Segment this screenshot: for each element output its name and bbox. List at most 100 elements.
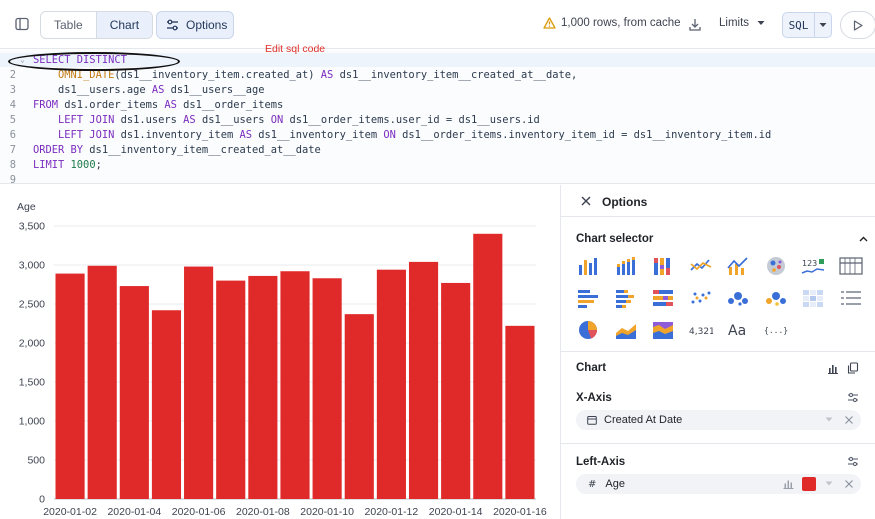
options-panel-header: Options: [561, 185, 875, 217]
code-token: FROM: [33, 99, 59, 111]
bubble-icon[interactable]: [724, 287, 752, 309]
y-tick-label: 2,500: [19, 299, 45, 311]
line-chart-icon[interactable]: [687, 255, 715, 277]
code-line[interactable]: 6 LEFT JOIN ds1.inventory_item AS ds1__i…: [0, 128, 875, 142]
code-line[interactable]: 7 ORDER BY ds1__inventory_item__created_a…: [0, 143, 875, 157]
code-token: ds1__users.age: [33, 84, 152, 96]
bar-chart-icon[interactable]: [574, 255, 602, 277]
limits-dropdown[interactable]: Limits: [719, 17, 765, 29]
code-token: ON: [270, 114, 284, 126]
stacked-bar-chart-icon[interactable]: [612, 255, 640, 277]
x-tick-label: 2020-01-08: [236, 506, 290, 518]
code-text: ORDER BY ds1__inventory_item__created_at…: [33, 143, 321, 157]
kpi-trend-icon[interactable]: 123: [799, 255, 827, 277]
horizontal-grid-bar-icon[interactable]: [649, 287, 677, 309]
horizontal-stacked-bar-icon[interactable]: [612, 287, 640, 309]
list-icon[interactable]: [837, 287, 865, 309]
limits-label: Limits: [719, 17, 750, 29]
stacked-area-icon[interactable]: [649, 319, 677, 341]
code-line[interactable]: 2 OMNI_DATE(ds1__inventory_item.created_…: [0, 68, 875, 82]
options-button[interactable]: Options: [156, 11, 234, 39]
tab-chart[interactable]: Chart: [95, 12, 153, 38]
colored-bubble-icon[interactable]: [762, 287, 790, 309]
code-token: ds1__users: [195, 114, 271, 126]
series-color-swatch[interactable]: [802, 477, 816, 491]
x-tick-label: 2020-01-10: [300, 506, 354, 518]
close-icon[interactable]: [581, 196, 591, 206]
code-line[interactable]: 8 LIMIT 1000;: [0, 158, 875, 172]
tab-table[interactable]: Table: [41, 12, 96, 38]
series-type-bar-icon[interactable]: [783, 479, 794, 489]
line-number: 8: [9, 159, 16, 171]
code-token: (ds1__inventory_item.created_at): [114, 69, 321, 81]
view-toggle: Table Chart: [40, 11, 154, 39]
code-token: AS: [239, 129, 252, 141]
code-line[interactable]: 3 ds1__users.age AS ds1__users__age: [0, 83, 875, 97]
left-axis-settings-icon[interactable]: [847, 456, 859, 467]
text-icon[interactable]: Aa: [724, 319, 752, 341]
x-axis-caret-icon[interactable]: [825, 417, 833, 422]
x-tick-label: 2020-01-12: [365, 506, 419, 518]
left-axis-field[interactable]: # Age: [576, 474, 861, 494]
bar: 2020-01-09: 2920: [280, 271, 310, 499]
number-icon[interactable]: 4,321: [687, 319, 715, 341]
map-icon[interactable]: [762, 255, 790, 277]
pie-chart-icon[interactable]: [574, 319, 602, 341]
sql-mode-caret-icon[interactable]: [815, 13, 831, 37]
table-chart-icon[interactable]: [837, 255, 865, 277]
grid-bar-chart-icon[interactable]: [649, 255, 677, 277]
x-axis-field[interactable]: Created At Date: [576, 410, 861, 430]
bar: 2020-01-07: 2800: [216, 280, 246, 499]
map-icon-graphic: [766, 257, 785, 275]
line-chart-icon-graphic: [689, 259, 711, 271]
bar-line-combo-icon[interactable]: [724, 255, 752, 277]
cache-status: 1,000 rows, from cache: [543, 17, 681, 29]
x-axis-field-label: Created At Date: [604, 414, 683, 426]
bar-line-combo-icon-graphic: [727, 257, 748, 275]
sidebar-toggle-icon[interactable]: [14, 16, 30, 32]
scatter-icon[interactable]: [687, 287, 715, 309]
run-query-button[interactable]: [840, 11, 875, 39]
x-axis-title: X-Axis: [576, 392, 612, 404]
number-icon-graphic: 4,321: [689, 327, 713, 337]
x-tick-label: 2020-01-06: [172, 506, 226, 518]
bar-chart-small-icon[interactable]: [827, 363, 839, 374]
code-token: ds1.order_items: [58, 99, 165, 111]
number-glyph: 4,321: [689, 327, 713, 337]
code-token: 1000: [70, 159, 96, 171]
bar: 2020-01-15: 3400: [473, 233, 503, 500]
x-tick-label: 2020-01-04: [107, 506, 161, 518]
code-glyph: {...}: [764, 326, 788, 335]
bar: 2020-01-08: 2860: [248, 275, 278, 499]
code-line[interactable]: 4 FROM ds1.order_items AS ds1__order_item…: [0, 98, 875, 112]
stacked-bar-chart-icon-graphic: [616, 257, 635, 275]
x-axis-settings-icon[interactable]: [847, 392, 859, 403]
area-chart-icon[interactable]: [612, 319, 640, 341]
download-icon[interactable]: [688, 17, 702, 31]
pie-chart-icon-graphic: [579, 321, 597, 339]
left-axis-caret-icon[interactable]: [825, 481, 833, 486]
left-axis-remove-icon[interactable]: [845, 480, 853, 488]
horizontal-bar-icon[interactable]: [574, 287, 602, 309]
code-token: LIMIT: [33, 159, 65, 171]
options-panel: Options Chart selector 123 4,321 Aa {...} C…: [560, 185, 875, 519]
code-icon[interactable]: {...}: [762, 319, 790, 341]
text-glyph: Aa: [728, 323, 746, 339]
code-token: AS: [320, 69, 334, 81]
section-divider: [561, 351, 875, 352]
y-axis-label: Age: [17, 201, 36, 213]
code-token: AS: [183, 114, 196, 126]
y-tick-label: 500: [27, 455, 45, 467]
toolbar: Table Chart Options 1,000 rows, from cac…: [0, 0, 875, 49]
chevron-up-icon[interactable]: [859, 236, 868, 242]
heatmap-icon[interactable]: [799, 287, 827, 309]
copy-icon[interactable]: [847, 362, 859, 374]
sql-mode-button[interactable]: SQL: [782, 12, 832, 38]
x-axis-remove-icon[interactable]: [845, 416, 853, 424]
sql-editor[interactable]: ⌄ SELECT DISTINCT 2 OMNI_DATE(ds1__invento…: [0, 50, 875, 186]
code-line[interactable]: 5 LEFT JOIN ds1.users AS ds1__users ON d…: [0, 113, 875, 127]
x-tick-label: 2020-01-16: [493, 506, 547, 518]
code-token: AS: [164, 99, 177, 111]
line-number: 3: [9, 84, 16, 96]
